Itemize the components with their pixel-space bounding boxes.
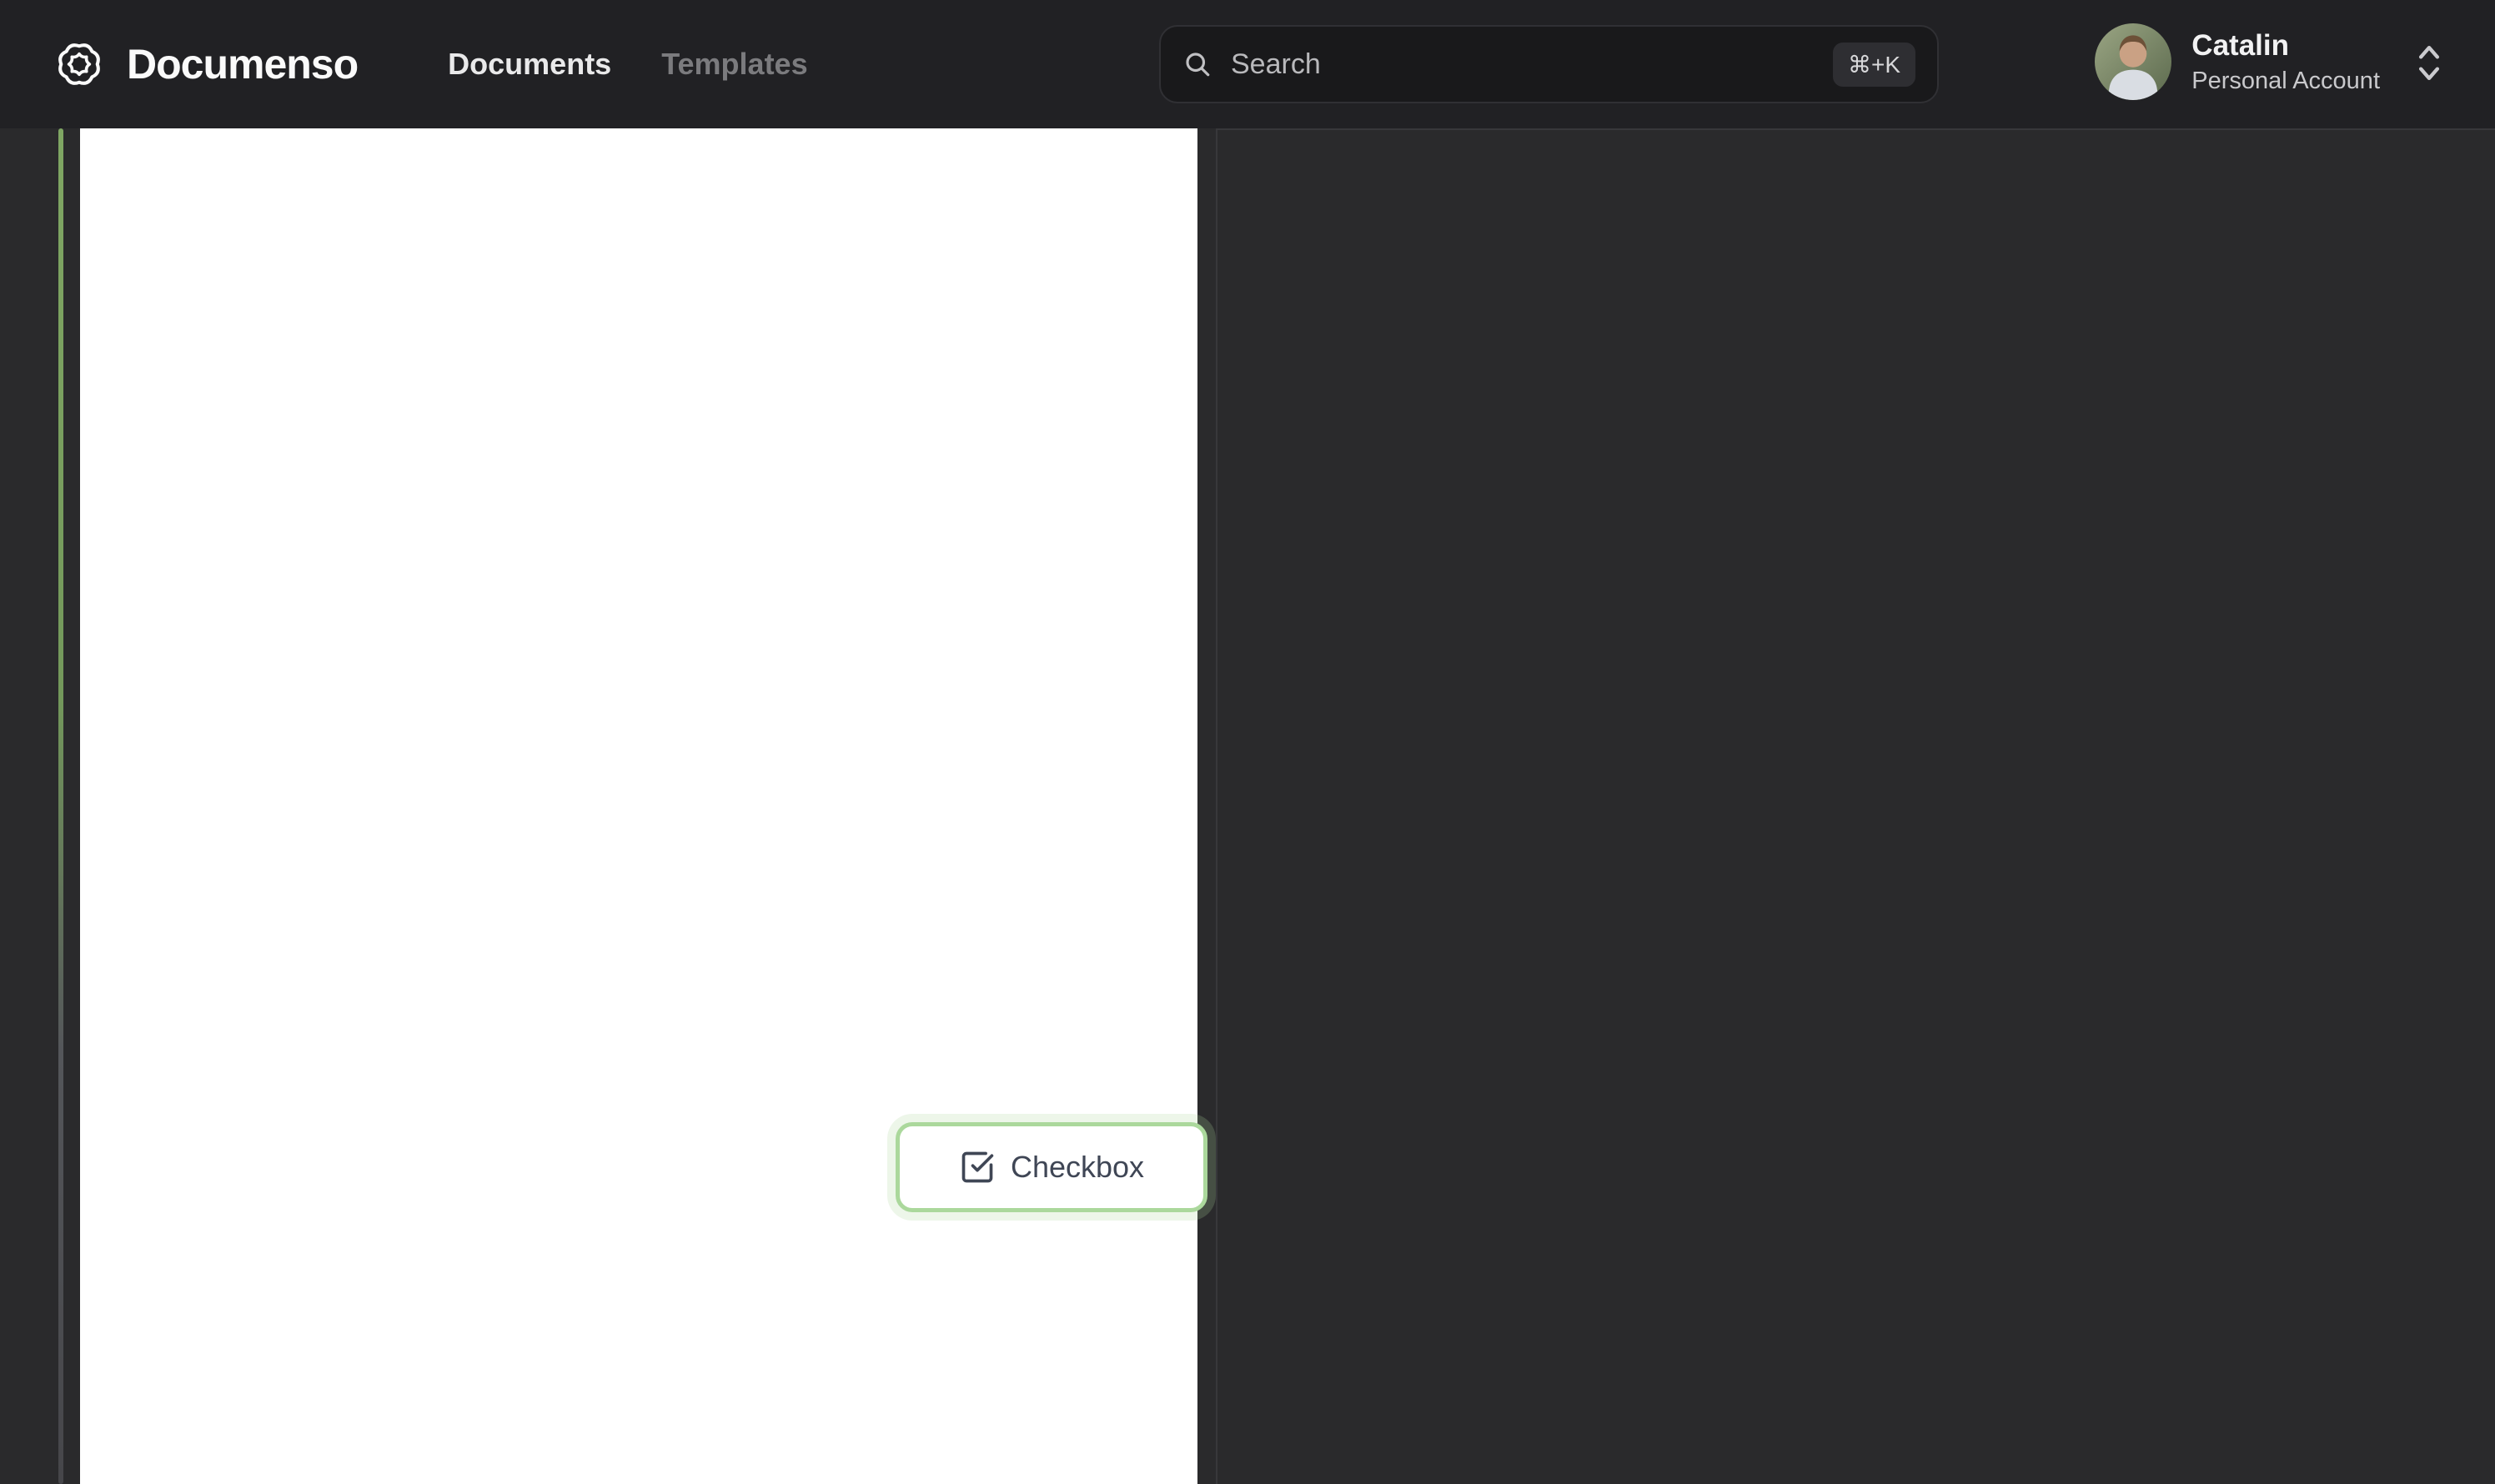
search-shortcut-badge: ⌘+K [1832,42,1915,87]
chevron-up-down-icon [2415,42,2443,82]
field-chip-label: Checkbox [1010,1150,1145,1184]
main-area: Checkbox Configure the Checkbox field Va… [0,128,2495,1484]
brand[interactable]: Documenso [53,38,359,90]
nav-link-templates[interactable]: Templates [661,47,807,82]
top-navbar: Documenso Documents Templates ⌘+K [0,0,2495,128]
nav-links: Documents Templates [448,47,807,82]
account-text: Catalin Personal Account [2191,28,2380,96]
document-page[interactable]: Checkbox [80,128,1207,1484]
nav-link-documents[interactable]: Documents [448,47,611,82]
account-menu[interactable]: Catalin Personal Account [2095,23,2443,100]
search-icon [1182,49,1212,79]
step-accent-line [58,128,63,1484]
documenso-logo-icon [53,38,105,90]
search-bar[interactable]: ⌘+K [1159,25,1939,103]
account-type: Personal Account [2191,67,2380,94]
settings-column: Configure the Checkbox field Validation … [1216,128,2495,1484]
search-input[interactable] [1231,48,1833,81]
checkbox-check-icon [959,1149,996,1186]
brand-name: Documenso [127,41,359,88]
checkbox-field-chip[interactable]: Checkbox [896,1122,1207,1212]
avatar [2095,23,2172,100]
account-name: Catalin [2191,28,2289,62]
